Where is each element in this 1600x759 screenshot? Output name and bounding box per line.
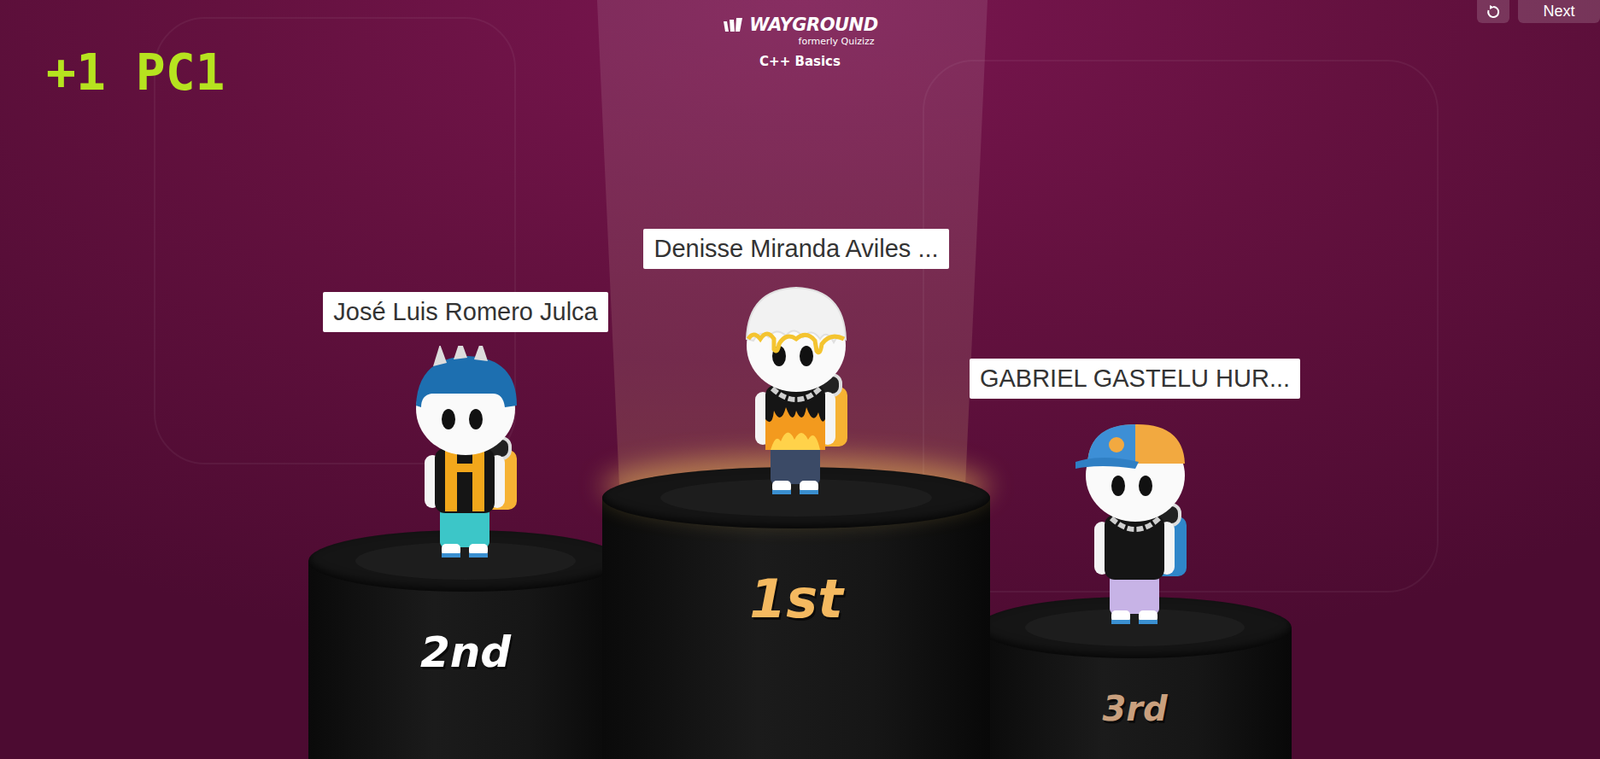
restart-icon xyxy=(1486,5,1501,19)
podium-block: 1st xyxy=(602,498,991,759)
logo-brand: WAYGROUND xyxy=(721,15,878,36)
avatar-icon xyxy=(1049,412,1221,635)
player-name: GABRIEL GASTELU HUR... xyxy=(969,358,1301,399)
brand-name: WAYGROUND xyxy=(749,15,878,36)
logo: WAYGROUNDformerly Quizizz C++ Basics xyxy=(721,0,878,70)
player-name: José Luis Romero Julca xyxy=(322,292,608,333)
next-button[interactable]: Next xyxy=(1517,0,1600,24)
place-label: 1st xyxy=(749,498,844,759)
avatar-icon xyxy=(710,282,882,505)
place-label: 3rd xyxy=(1101,627,1167,759)
points-label: +1 PC1 xyxy=(0,0,722,98)
place-label: 2nd xyxy=(420,561,511,759)
toolbar: Next xyxy=(878,0,1600,24)
podium-column: José Luis Romero Julca 2nd xyxy=(308,292,623,759)
player-name: Denisse Miranda Aviles ... xyxy=(643,228,949,270)
podium-column: GABRIEL GASTELU HUR...3rd xyxy=(978,358,1292,759)
restart-button[interactable] xyxy=(1476,0,1510,24)
podium-column: Denisse Miranda Aviles ... 1st xyxy=(602,228,991,759)
podium-block: 2nd xyxy=(308,561,623,759)
brand-subtitle: formerly Quizizz xyxy=(798,35,875,47)
avatar-icon xyxy=(380,345,551,569)
logo-icon xyxy=(721,17,745,34)
quiz-title: C++ Basics xyxy=(759,53,841,70)
podium-stage: José Luis Romero Julca 2nd Denisse Miranda… xyxy=(0,111,1600,759)
header: +1 PC1 WAYGROUNDformerly Quizizz C++ Basic… xyxy=(0,0,1600,112)
podium-block: 3rd xyxy=(978,627,1292,759)
